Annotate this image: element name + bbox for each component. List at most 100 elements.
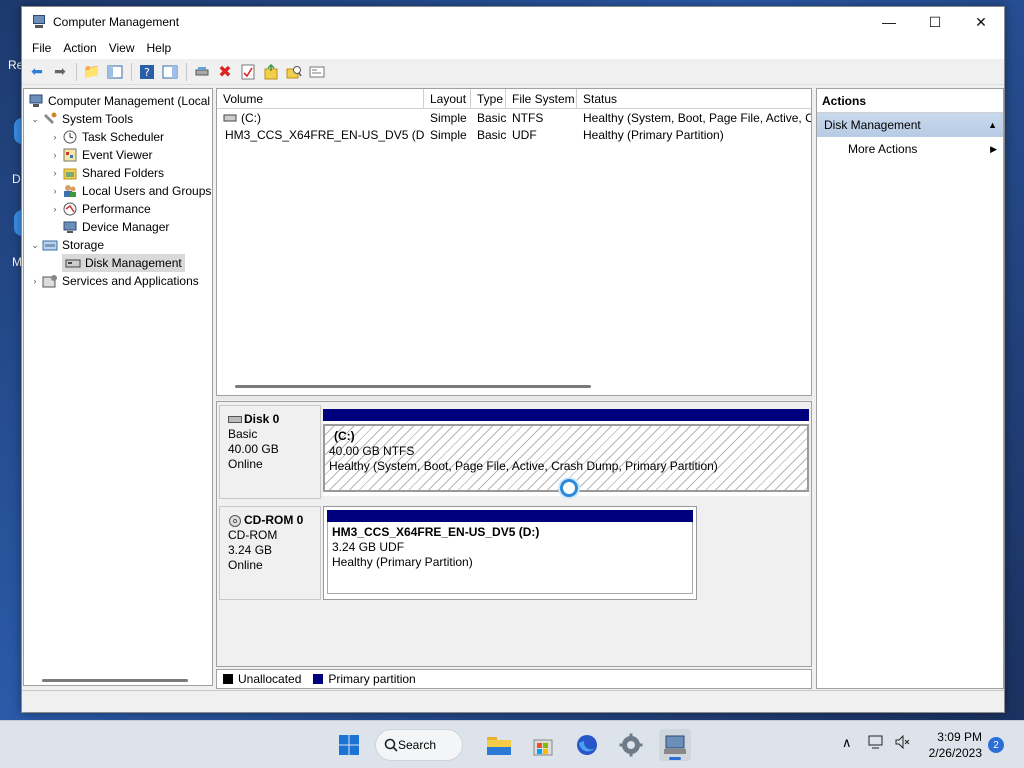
tree-horizontal-scrollbar[interactable]	[42, 679, 188, 682]
partition-status: Healthy (System, Boot, Page File, Active…	[329, 459, 718, 473]
delete-icon[interactable]: ✖	[214, 62, 236, 82]
start-button[interactable]	[333, 729, 365, 761]
primary-partition-bar	[323, 409, 809, 421]
menu-file[interactable]: File	[26, 41, 57, 55]
tree-item-device-manager[interactable]: Device Manager	[24, 218, 212, 236]
disk-state: Online	[228, 558, 263, 572]
tree-item-event-viewer[interactable]: › Event Viewer	[24, 146, 212, 164]
firefox-icon	[577, 735, 597, 755]
taskbar: Search ∧ 3:09 PM 2/26/2023 2	[0, 720, 1024, 768]
folder-icon	[487, 737, 511, 755]
column-header-status[interactable]: Status	[577, 89, 811, 108]
tree-item-performance[interactable]: › Performance	[24, 200, 212, 218]
system-clock[interactable]: 3:09 PM 2/26/2023	[929, 729, 982, 761]
chevron-right-icon[interactable]: ›	[28, 276, 42, 286]
actions-section-disk-management[interactable]: Disk Management ▲	[817, 113, 1003, 137]
show-hide-action-pane-icon[interactable]	[159, 62, 181, 82]
minimize-button[interactable]: —	[866, 7, 912, 37]
chevron-right-icon[interactable]: ›	[48, 132, 62, 142]
console-view-icon[interactable]	[306, 62, 328, 82]
cd-rom-0-label[interactable]: CD-ROM 0 CD-ROM 3.24 GB Online	[219, 506, 321, 600]
tree-item-label: Disk Management	[85, 256, 182, 270]
help-icon[interactable]: ?	[136, 62, 158, 82]
new-folder-icon[interactable]	[260, 62, 282, 82]
clock-date: 2/26/2023	[928, 746, 982, 760]
column-header-layout[interactable]: Layout	[424, 89, 471, 108]
clock-time: 3:09 PM	[937, 730, 982, 744]
properties-icon[interactable]	[237, 62, 259, 82]
chevron-right-icon[interactable]: ›	[48, 150, 62, 160]
chevron-right-icon[interactable]: ›	[48, 168, 62, 178]
tree-item-computer-management[interactable]: Computer Management (Local	[24, 92, 212, 110]
submenu-arrow-icon: ▶	[990, 143, 997, 154]
tree-item-label: Local Users and Groups	[82, 184, 212, 198]
volume-name: (C:)	[241, 110, 261, 125]
services-icon	[42, 274, 58, 288]
taskbar-search[interactable]: Search	[375, 729, 463, 761]
search-icon	[384, 738, 398, 752]
primary-partition-swatch	[313, 674, 324, 684]
firefox-button[interactable]	[571, 729, 603, 761]
tree-item-label: Task Scheduler	[82, 130, 165, 144]
menu-view[interactable]: View	[103, 41, 141, 55]
tree-item-services-and-applications[interactable]: › Services and Applications	[24, 272, 212, 290]
chevron-down-icon[interactable]: ⌄	[28, 240, 42, 251]
column-header-file-system[interactable]: File System	[506, 89, 577, 108]
column-header-type[interactable]: Type	[471, 89, 506, 108]
column-header-volume[interactable]: Volume	[217, 89, 424, 108]
more-actions-item[interactable]: More Actions ▶	[817, 137, 1003, 161]
partition-d[interactable]: HM3_CCS_X64FRE_EN-US_DV5 (D:) 3.24 GB UD…	[323, 506, 697, 600]
volume-muted-icon[interactable]	[894, 734, 910, 752]
collapse-up-icon[interactable]: ▲	[988, 120, 997, 130]
chevron-down-icon[interactable]: ⌄	[28, 114, 42, 125]
file-explorer-button[interactable]	[483, 729, 515, 761]
device-manager-icon	[62, 220, 78, 234]
volume-file-system: UDF	[512, 127, 537, 142]
primary-partition-bar	[327, 510, 693, 522]
close-button[interactable]: ✕	[958, 7, 1004, 37]
table-row[interactable]: HM3_CCS_X64FRE_EN-US_DV5 (D:) Simple Bas…	[217, 126, 811, 143]
gear-icon	[619, 733, 643, 757]
show-hide-tree-icon[interactable]	[104, 62, 126, 82]
busy-spinner-icon	[560, 479, 578, 497]
search-folder-icon[interactable]	[283, 62, 305, 82]
navigation-tree: Computer Management (Local ⌄ System Tool…	[23, 88, 213, 686]
chevron-right-icon[interactable]: ›	[48, 204, 62, 214]
back-arrow-icon[interactable]: ⬅	[26, 62, 48, 82]
pane-splitter[interactable]	[216, 396, 812, 400]
volume-layout: Simple	[430, 127, 467, 142]
forward-arrow-icon[interactable]: ➡	[49, 62, 71, 82]
tree-item-disk-management[interactable]: Disk Management	[24, 254, 212, 272]
title-bar[interactable]: Computer Management — ☐ ✕	[22, 7, 1004, 37]
disk-type: Basic	[228, 427, 258, 441]
maximize-button[interactable]: ☐	[912, 7, 958, 37]
tree-item-system-tools[interactable]: ⌄ System Tools	[24, 110, 212, 128]
shared-folders-icon	[62, 166, 78, 180]
connect-drive-icon[interactable]	[191, 62, 213, 82]
tree-item-label: Device Manager	[82, 220, 170, 234]
table-row[interactable]: (C:) Simple Basic NTFS Healthy (System, …	[217, 109, 811, 126]
show-hidden-icons-chevron-icon[interactable]: ∧	[842, 735, 852, 751]
disk-name: Disk 0	[244, 412, 280, 426]
settings-button[interactable]	[615, 729, 647, 761]
volume-list-horizontal-scrollbar[interactable]	[235, 385, 591, 388]
chevron-right-icon[interactable]: ›	[48, 186, 62, 196]
menu-action[interactable]: Action	[57, 41, 102, 55]
microsoft-store-button[interactable]	[527, 729, 559, 761]
tree-item-local-users-and-groups[interactable]: › Local Users and Groups	[24, 182, 212, 200]
disk-map: Disk 0 Basic 40.00 GB Online (C:) 40.00 …	[216, 401, 812, 667]
task-scheduler-icon	[62, 130, 78, 144]
actions-pane: Actions Disk Management ▲ More Actions ▶	[816, 88, 1004, 689]
disk-size: 3.24 GB	[228, 543, 273, 557]
menu-help[interactable]: Help	[141, 41, 178, 55]
actions-title: Actions	[817, 89, 1003, 113]
up-folder-icon[interactable]: 📁	[81, 62, 103, 82]
tree-item-task-scheduler[interactable]: › Task Scheduler	[24, 128, 212, 146]
notification-badge[interactable]: 2	[988, 737, 1004, 753]
network-icon[interactable]	[868, 735, 884, 752]
disk-0-label[interactable]: Disk 0 Basic 40.00 GB Online	[219, 405, 321, 499]
tree-item-storage[interactable]: ⌄ Storage	[24, 236, 212, 254]
tree-item-shared-folders[interactable]: › Shared Folders	[24, 164, 212, 182]
tree-item-label: Computer Management (Local	[48, 94, 211, 108]
computer-management-taskbar-button[interactable]	[659, 729, 691, 761]
